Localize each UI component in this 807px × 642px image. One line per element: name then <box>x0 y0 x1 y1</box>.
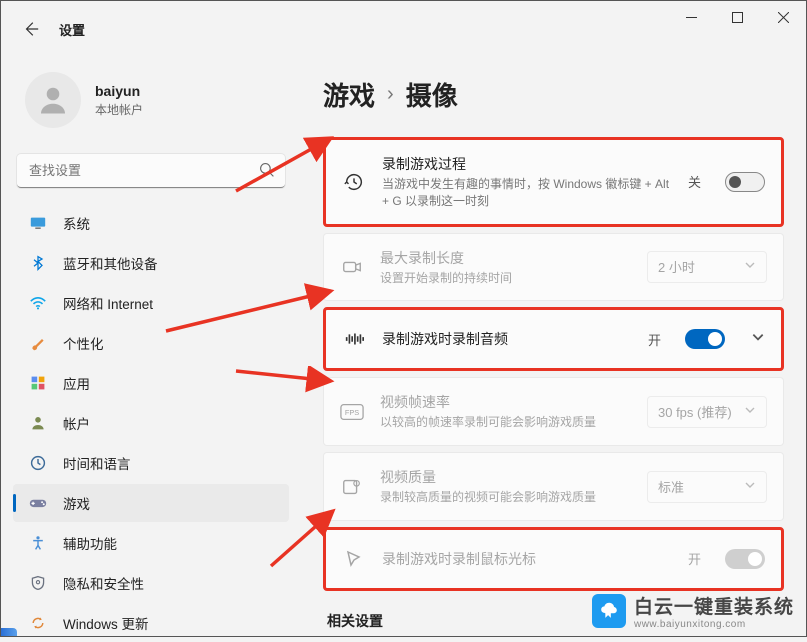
minimize-button[interactable] <box>668 1 714 33</box>
sidebar-label: 辅助功能 <box>63 533 117 553</box>
maximize-button[interactable] <box>714 1 760 33</box>
setting-title: 视频帧速率 <box>380 392 631 412</box>
main-content: 游戏 › 摄像 录制游戏过程 当游戏中发生有趣的事情时，按 Windows 徽标… <box>301 56 806 636</box>
sidebar-item-privacy[interactable]: 隐私和安全性 <box>13 564 289 602</box>
profile-name: baiyun <box>95 83 143 99</box>
chevron-down-icon <box>744 404 756 419</box>
watermark: 白云一键重装系统 www.baiyunxitong.com <box>592 592 794 630</box>
wifi-icon <box>29 294 47 312</box>
setting-sub: 录制较高质量的视频可能会影响游戏质量 <box>380 489 631 506</box>
select-fps: 30 fps (推荐) <box>647 396 767 428</box>
sidebar-label: Windows 更新 <box>63 613 149 633</box>
setting-quality: 视频质量 录制较高质量的视频可能会影响游戏质量 标准 <box>323 452 784 521</box>
apps-icon <box>29 374 47 392</box>
setting-record-happened[interactable]: 录制游戏过程 当游戏中发生有趣的事情时，按 Windows 徽标键 + Alt … <box>323 137 784 227</box>
select-value: 30 fps (推荐) <box>658 402 732 421</box>
titlebar <box>1 1 806 41</box>
update-icon <box>29 614 47 632</box>
watermark-text: 白云一键重装系统 <box>634 592 794 619</box>
select-value: 标准 <box>658 477 684 496</box>
shield-icon <box>29 574 47 592</box>
sidebar-label: 网络和 Internet <box>63 293 153 313</box>
sidebar-item-system[interactable]: 系统 <box>13 204 289 242</box>
sidebar-label: 系统 <box>63 213 90 233</box>
sidebar-label: 帐户 <box>63 413 90 433</box>
person-icon <box>29 414 47 432</box>
back-button[interactable] <box>21 19 41 39</box>
brush-icon <box>29 334 47 352</box>
setting-sub: 设置开始录制的持续时间 <box>380 270 631 287</box>
setting-record-audio[interactable]: 录制游戏时录制音频 开 <box>323 307 784 371</box>
setting-title: 录制游戏时录制音频 <box>382 329 632 349</box>
select-quality: 标准 <box>647 471 767 503</box>
setting-max-length: 最大录制长度 设置开始录制的持续时间 2 小时 <box>323 233 784 302</box>
search-icon <box>259 162 275 183</box>
sidebar-item-bluetooth[interactable]: 蓝牙和其他设备 <box>13 244 289 282</box>
setting-fps: FPS 视频帧速率 以较高的帧速率录制可能会影响游戏质量 30 fps (推荐) <box>323 377 784 446</box>
setting-title: 视频质量 <box>380 467 631 487</box>
breadcrumb: 游戏 › 摄像 <box>323 76 784 113</box>
setting-title: 录制游戏时录制鼠标光标 <box>382 549 672 569</box>
sidebar: baiyun 本地帐户 系统 蓝牙和其他设备 网络和 Internet 个性化 … <box>1 56 301 636</box>
setting-sub: 当游戏中发生有趣的事情时，按 Windows 徽标键 + Alt + G 以录制… <box>382 176 672 210</box>
bluetooth-icon <box>29 254 47 272</box>
monitor-icon <box>29 214 47 232</box>
audio-icon <box>342 328 366 350</box>
taskbar-sliver <box>1 628 17 636</box>
sidebar-label: 应用 <box>63 373 90 393</box>
sidebar-label: 蓝牙和其他设备 <box>63 253 158 273</box>
toggle-state-label: 开 <box>648 330 661 349</box>
app-title: 设置 <box>59 20 85 39</box>
sidebar-label: 时间和语言 <box>63 453 131 473</box>
svg-text:FPS: FPS <box>345 408 359 417</box>
setting-sub: 以较高的帧速率录制可能会影响游戏质量 <box>380 414 631 431</box>
toggle-record-happened[interactable] <box>725 172 765 192</box>
watermark-logo <box>592 594 626 628</box>
toggle-record-audio[interactable] <box>685 329 725 349</box>
chevron-down-icon <box>744 479 756 494</box>
clock-icon <box>29 454 47 472</box>
sidebar-item-apps[interactable]: 应用 <box>13 364 289 402</box>
select-max-length: 2 小时 <box>647 251 767 283</box>
breadcrumb-parent[interactable]: 游戏 <box>323 76 375 113</box>
chevron-down-icon[interactable] <box>751 330 765 349</box>
toggle-state-label: 关 <box>688 172 701 191</box>
fps-icon: FPS <box>340 403 364 421</box>
sidebar-item-network[interactable]: 网络和 Internet <box>13 284 289 322</box>
quality-icon <box>340 476 364 498</box>
sidebar-item-personalization[interactable]: 个性化 <box>13 324 289 362</box>
setting-title: 最大录制长度 <box>380 248 631 268</box>
profile-subtitle: 本地帐户 <box>95 101 143 118</box>
video-icon <box>340 256 364 278</box>
close-button[interactable] <box>760 1 806 33</box>
toggle-state-label: 开 <box>688 549 701 568</box>
sidebar-label: 隐私和安全性 <box>63 573 144 593</box>
setting-capture-cursor[interactable]: 录制游戏时录制鼠标光标 开 <box>323 527 784 591</box>
avatar <box>25 72 81 128</box>
sidebar-item-accessibility[interactable]: 辅助功能 <box>13 524 289 562</box>
history-icon <box>342 171 366 193</box>
chevron-right-icon: › <box>387 83 394 106</box>
sidebar-item-time[interactable]: 时间和语言 <box>13 444 289 482</box>
setting-title: 录制游戏过程 <box>382 154 672 174</box>
breadcrumb-current: 摄像 <box>406 76 458 113</box>
sidebar-label: 游戏 <box>63 493 90 513</box>
sidebar-item-update[interactable]: Windows 更新 <box>13 604 289 642</box>
accessibility-icon <box>29 534 47 552</box>
toggle-capture-cursor[interactable] <box>725 549 765 569</box>
profile-block[interactable]: baiyun 本地帐户 <box>13 64 289 144</box>
search-input[interactable] <box>17 154 285 188</box>
chevron-down-icon <box>744 259 756 274</box>
select-value: 2 小时 <box>658 257 695 276</box>
gamepad-icon <box>29 494 47 512</box>
sidebar-item-gaming[interactable]: 游戏 <box>13 484 289 522</box>
cursor-icon <box>342 549 366 569</box>
watermark-url: www.baiyunxitong.com <box>634 619 794 630</box>
sidebar-label: 个性化 <box>63 333 104 353</box>
sidebar-item-accounts[interactable]: 帐户 <box>13 404 289 442</box>
